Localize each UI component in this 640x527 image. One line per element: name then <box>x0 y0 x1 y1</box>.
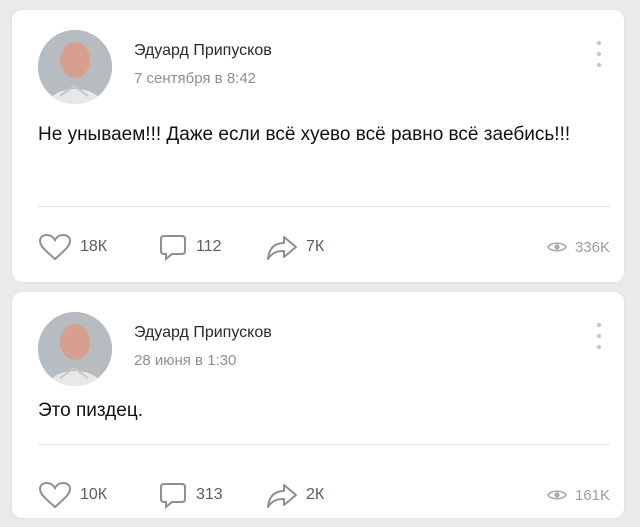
views-counter: 161K <box>547 478 610 512</box>
heart-icon <box>38 481 72 509</box>
post-actions: 18К 112 7К 336K <box>38 230 610 264</box>
eye-icon <box>547 488 567 502</box>
avatar[interactable] <box>38 312 112 386</box>
feed: Эдуард Припусков 7 сентября в 8:42 Не ун… <box>0 0 640 527</box>
views-count: 161K <box>574 486 610 504</box>
post-text: Не унываем!!! Даже если всё хуево всё ра… <box>38 124 571 145</box>
post-actions: 10К 313 2К 161K <box>38 478 610 512</box>
share-button[interactable]: 7К <box>266 230 324 264</box>
comment-icon <box>158 481 188 509</box>
like-count: 10К <box>80 486 108 503</box>
post-header: Эдуард Припусков 7 сентября в 8:42 <box>38 30 608 106</box>
heart-icon <box>38 233 72 261</box>
comment-count: 112 <box>196 238 222 255</box>
post-card: Эдуард Припусков 7 сентября в 8:42 Не ун… <box>12 10 624 282</box>
post-date[interactable]: 28 июня в 1:30 <box>134 352 236 369</box>
repost-count: 2К <box>306 486 325 503</box>
divider <box>38 444 610 445</box>
comment-count: 313 <box>196 486 223 503</box>
post-date[interactable]: 7 сентября в 8:42 <box>134 70 256 87</box>
eye-icon <box>547 240 567 254</box>
share-icon <box>266 481 298 509</box>
comment-button[interactable]: 313 <box>158 478 223 512</box>
avatar[interactable] <box>38 30 112 104</box>
like-button[interactable]: 10К <box>38 478 107 512</box>
post-text: Это пиздец. <box>38 400 144 421</box>
like-count: 18К <box>80 238 108 255</box>
comment-icon <box>158 233 188 261</box>
like-button[interactable]: 18К <box>38 230 107 264</box>
views-counter: 336K <box>547 230 610 264</box>
more-vertical-icon[interactable] <box>596 322 602 350</box>
views-count: 336K <box>574 238 610 256</box>
comment-button[interactable]: 112 <box>158 230 222 264</box>
share-icon <box>266 233 298 261</box>
divider <box>38 206 610 207</box>
author-name[interactable]: Эдуард Припусков <box>134 42 272 60</box>
post-header: Эдуард Припусков 28 июня в 1:30 <box>38 312 608 388</box>
repost-count: 7К <box>306 238 325 255</box>
author-name[interactable]: Эдуард Припусков <box>134 324 272 342</box>
post-card: Эдуард Припусков 28 июня в 1:30 Это пизд… <box>12 292 624 518</box>
more-vertical-icon[interactable] <box>596 40 602 68</box>
share-button[interactable]: 2К <box>266 478 324 512</box>
